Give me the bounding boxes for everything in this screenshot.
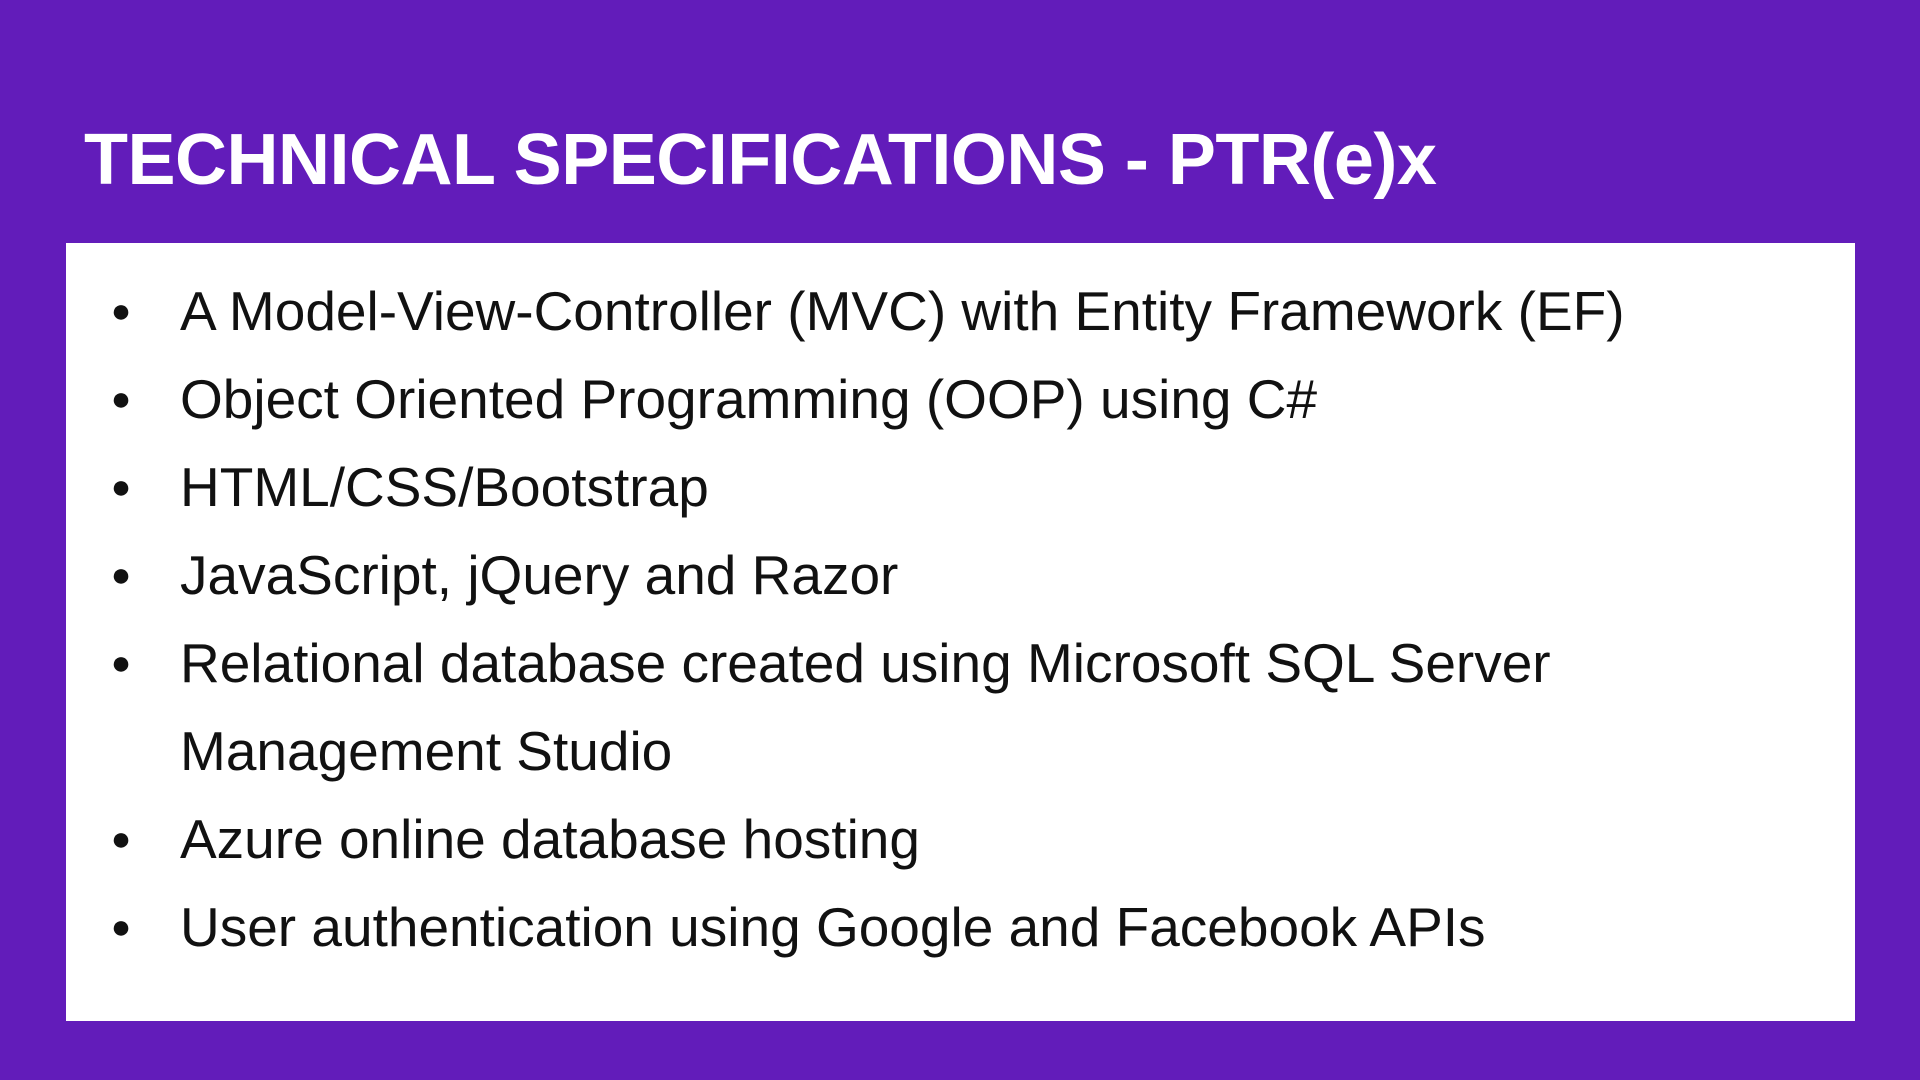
spec-list: ● A Model-View-Controller (MVC) with Ent… — [66, 267, 1855, 971]
bullet-icon: ● — [110, 380, 132, 418]
list-item: ● HTML/CSS/Bootstrap — [66, 443, 1855, 531]
bullet-icon: ● — [110, 468, 132, 506]
list-item: ● Object Oriented Programming (OOP) usin… — [66, 355, 1855, 443]
list-item: ● Azure online database hosting — [66, 795, 1855, 883]
bullet-icon: ● — [110, 908, 132, 946]
list-item: ● Relational database created using Micr… — [66, 619, 1855, 795]
bullet-icon: ● — [110, 644, 132, 682]
content-panel: ● A Model-View-Controller (MVC) with Ent… — [66, 243, 1855, 1021]
list-item: ● User authentication using Google and F… — [66, 883, 1855, 971]
spec-item-text: A Model-View-Controller (MVC) with Entit… — [180, 280, 1625, 342]
spec-item-text: User authentication using Google and Fac… — [180, 896, 1486, 958]
spec-item-text: Object Oriented Programming (OOP) using … — [180, 368, 1318, 430]
bullet-icon: ● — [110, 556, 132, 594]
spec-item-text: HTML/CSS/Bootstrap — [180, 456, 709, 518]
bullet-icon: ● — [110, 820, 132, 858]
spec-item-text: JavaScript, jQuery and Razor — [180, 544, 899, 606]
bullet-icon: ● — [110, 292, 132, 330]
spec-item-text: Relational database created using Micros… — [180, 632, 1551, 782]
list-item: ● JavaScript, jQuery and Razor — [66, 531, 1855, 619]
list-item: ● A Model-View-Controller (MVC) with Ent… — [66, 267, 1855, 355]
spec-item-text: Azure online database hosting — [180, 808, 920, 870]
slide-title: TECHNICAL SPECIFICATIONS - PTR(e)x — [84, 120, 1437, 200]
